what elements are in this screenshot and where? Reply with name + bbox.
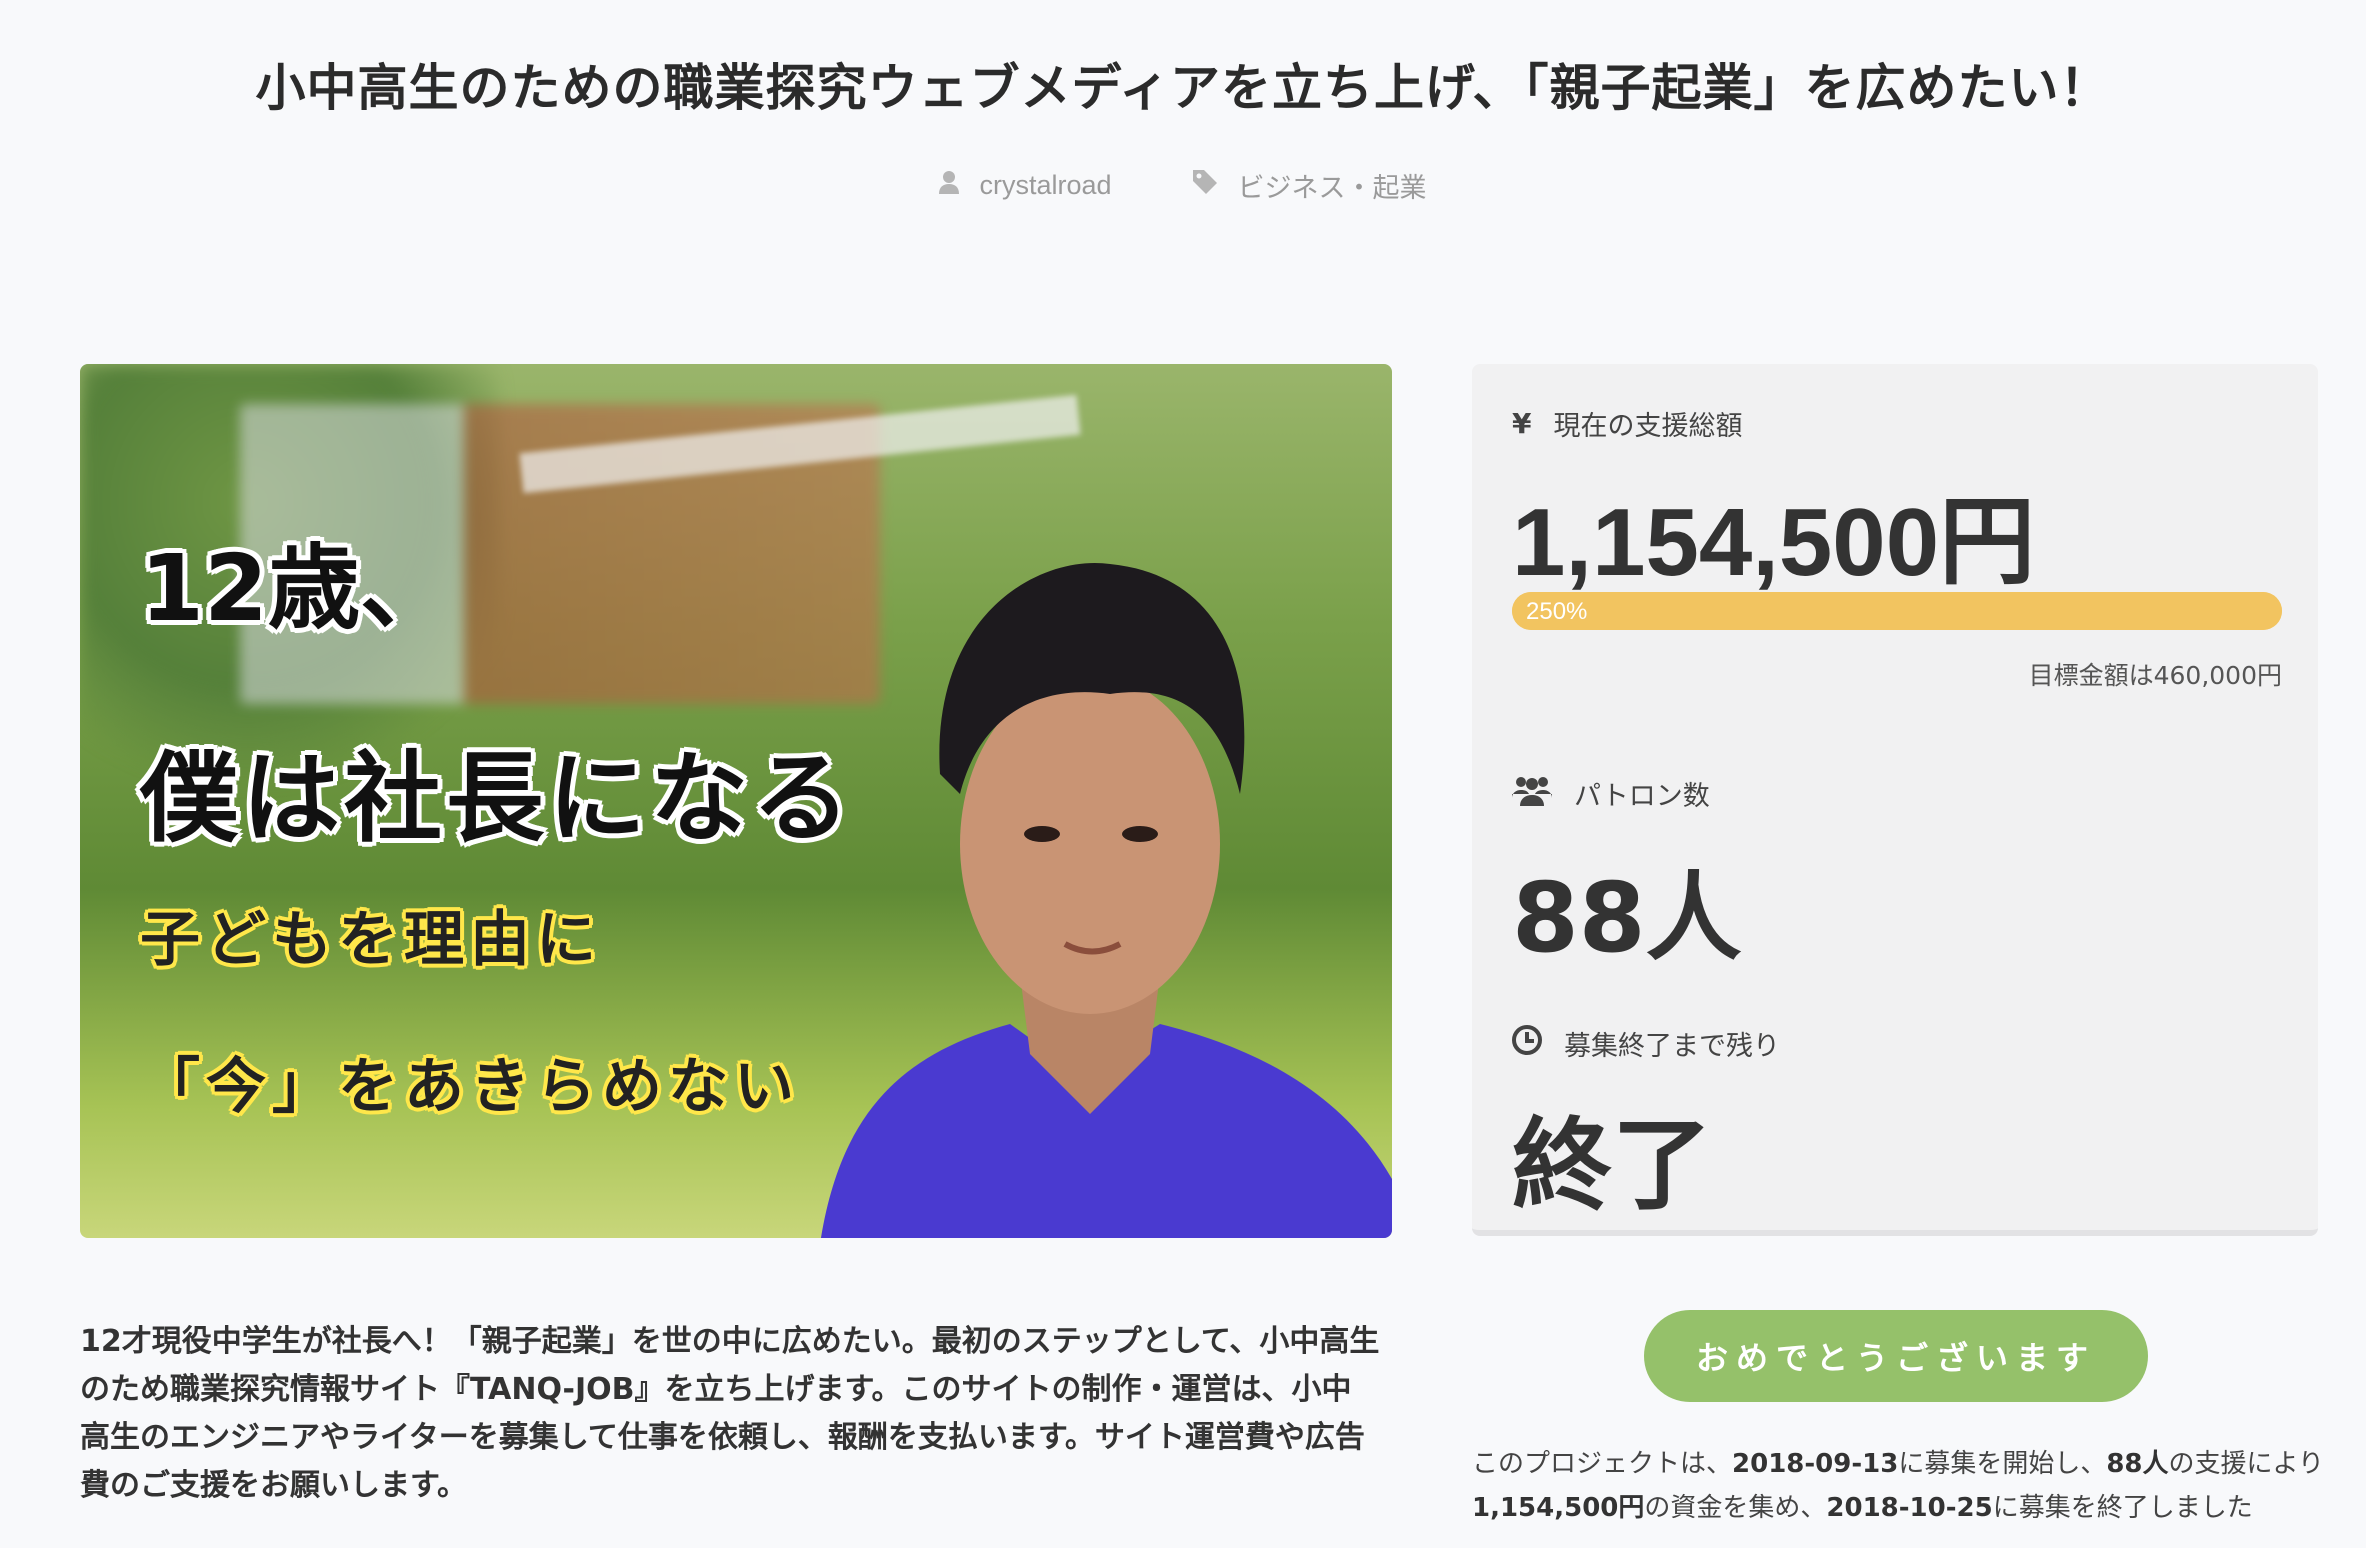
patrons-count: 88人: [1512, 862, 1742, 974]
project-summary: 12才現役中学生が社長へ！「親子起業」を世の中に広めたい。最初のステップとして、…: [80, 1324, 1380, 1503]
progress-fill: [1512, 592, 2282, 630]
yen-icon: ¥: [1512, 407, 1532, 440]
result-patrons: 88人: [2106, 1449, 2169, 1479]
hero-person-illustration: [821, 562, 1392, 1238]
result-text-1: このプロジェクトは、: [1472, 1449, 1733, 1479]
result-text-2: に募集を開始し、: [1898, 1449, 2107, 1479]
remaining-label-row: 募集終了まで残り: [1512, 1024, 1780, 1063]
result-text-5: に募集を終了しました: [1992, 1493, 2253, 1523]
hero-line-4: 「今」をあきらめない: [140, 1052, 800, 1122]
remaining-label: 募集終了まで残り: [1564, 1031, 1780, 1062]
total-label-row: ¥ 現在の支援総額: [1512, 404, 1742, 443]
clock-icon: [1512, 1025, 1542, 1062]
progress-bar: 250%: [1512, 592, 2282, 630]
tag-icon: [1192, 169, 1218, 202]
hero-line-3: 子どもを理由に: [140, 905, 602, 975]
patrons-label: パトロン数: [1574, 781, 1710, 812]
remaining-value: 終了: [1512, 1107, 1712, 1224]
hero-line-1: 12歳、: [140, 535, 453, 642]
congratulations-button[interactable]: おめでとうございます: [1644, 1310, 2148, 1402]
patrons-label-row: パトロン数: [1512, 774, 1710, 813]
hero-text-block: 12歳、 僕は社長になる 子どもを理由に 「今」をあきらめない: [140, 514, 854, 1125]
result-start-date: 2018-09-13: [1732, 1449, 1899, 1479]
category-link[interactable]: ビジネス・起業: [1192, 166, 1427, 205]
users-icon: [1512, 774, 1552, 813]
project-meta: crystalroad ビジネス・起業: [0, 166, 2366, 205]
page-title: 小中高生のための職業探究ウェブメディアを立ち上げ、「親子起業」を広めたい！: [255, 59, 2111, 117]
author-name: crystalroad: [979, 170, 1112, 200]
funding-panel: ¥ 現在の支援総額 1,154,500円 250% 目標金額は460,000円 …: [1472, 364, 2318, 1236]
project-result-text: このプロジェクトは、2018-09-13に募集を開始し、88人の支援により 1,1…: [1472, 1442, 2332, 1530]
result-amount: 1,154,500円: [1472, 1493, 1645, 1523]
hero-line-2: 僕は社長になる: [140, 742, 855, 856]
progress-percent: 250%: [1526, 598, 1588, 625]
result-text-4: の資金を集め、: [1644, 1493, 1827, 1523]
total-label: 現在の支援総額: [1553, 411, 1743, 442]
goal-amount: 目標金額は460,000円: [2028, 661, 2282, 690]
project-hero-image: 12歳、 僕は社長になる 子どもを理由に 「今」をあきらめない: [80, 364, 1392, 1238]
total-amount: 1,154,500円: [1512, 489, 2036, 596]
category-name: ビジネス・起業: [1237, 173, 1427, 203]
author-link[interactable]: crystalroad: [939, 166, 1112, 205]
result-end-date: 2018-10-25: [1826, 1493, 1993, 1523]
result-text-3: の支援により: [2168, 1449, 2325, 1479]
user-icon: [939, 170, 960, 201]
